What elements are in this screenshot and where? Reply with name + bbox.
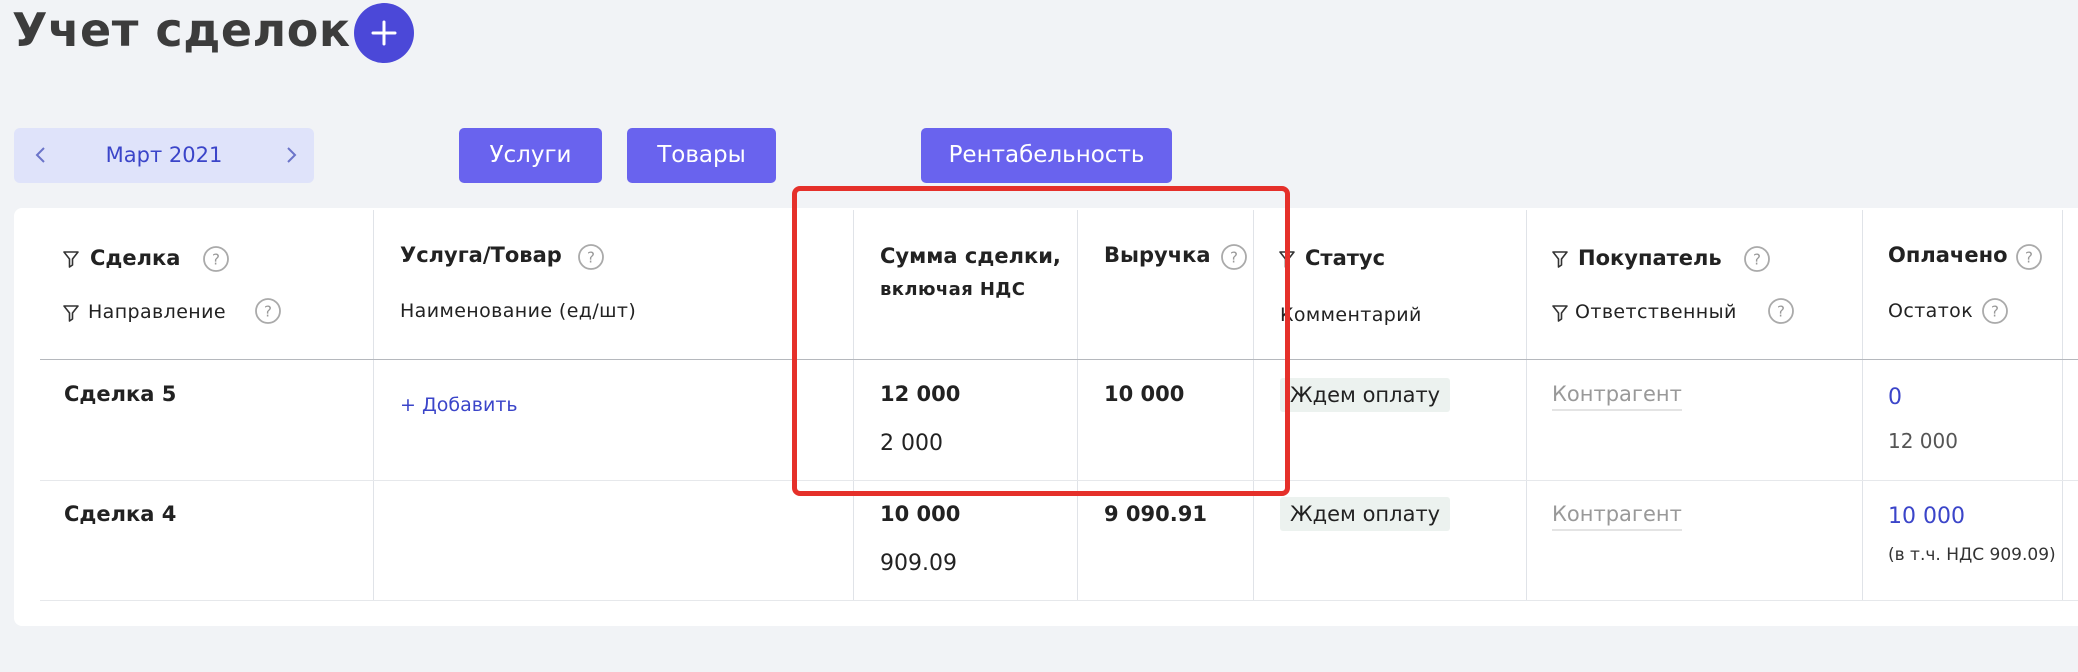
filter-icon[interactable]: [1551, 303, 1569, 323]
svg-text:?: ?: [1777, 303, 1785, 321]
table-row[interactable]: [40, 481, 2078, 601]
svg-text:?: ?: [587, 249, 595, 267]
column-header-balance: Остаток: [1888, 300, 1974, 322]
plus-icon: [371, 20, 397, 46]
help-icon[interactable]: ?: [577, 243, 605, 271]
help-icon[interactable]: ?: [1767, 297, 1795, 325]
buyer-field[interactable]: Контрагент: [1552, 382, 1682, 411]
deal-amount: 10 000: [880, 502, 961, 526]
tab-goods[interactable]: Товары: [627, 128, 776, 183]
column-header-direction[interactable]: Направление: [88, 301, 226, 323]
row-divider: [40, 600, 2078, 601]
paid-amount[interactable]: 0: [1888, 385, 1902, 410]
paid-vat-note: (в т.ч. НДС 909.09): [1888, 545, 2056, 565]
column-header-deal[interactable]: Сделка: [90, 246, 180, 270]
help-icon[interactable]: ?: [2015, 243, 2043, 271]
add-item-link[interactable]: + Добавить: [400, 394, 518, 416]
balance-amount: 12 000: [1888, 429, 1958, 453]
column-header-status[interactable]: Статус: [1305, 246, 1385, 270]
column-header-comment: Комментарий: [1280, 304, 1422, 326]
column-header-paid: Оплачено: [1888, 243, 2008, 267]
help-icon[interactable]: ?: [254, 297, 282, 325]
column-header-service-goods: Услуга/Товар: [400, 243, 562, 267]
svg-text:?: ?: [212, 251, 220, 269]
highlight-box: [792, 186, 1290, 496]
chevron-right-icon[interactable]: [274, 138, 308, 172]
column-header-buyer[interactable]: Покупатель: [1578, 246, 1722, 270]
svg-text:?: ?: [1991, 303, 1999, 321]
column-header-responsible[interactable]: Ответственный: [1575, 301, 1737, 323]
svg-text:?: ?: [2025, 249, 2033, 267]
month-navigator: Март 2021: [14, 128, 314, 183]
svg-text:?: ?: [264, 303, 272, 321]
status-badge[interactable]: Ждем оплату: [1280, 378, 1451, 412]
column-header-item-name: Наименование (ед/шт): [400, 300, 637, 322]
svg-text:?: ?: [1753, 251, 1761, 269]
deal-name[interactable]: Сделка 4: [64, 502, 176, 526]
chevron-left-icon[interactable]: [24, 138, 58, 172]
help-icon[interactable]: ?: [202, 245, 230, 273]
filter-icon[interactable]: [62, 303, 80, 323]
add-deal-button[interactable]: [354, 3, 414, 63]
filter-icon[interactable]: [1551, 249, 1569, 269]
tab-services[interactable]: Услуги: [459, 128, 602, 183]
filter-icon[interactable]: [62, 249, 80, 269]
tab-profitability[interactable]: Рентабельность: [921, 128, 1172, 183]
help-icon[interactable]: ?: [1743, 245, 1771, 273]
status-badge[interactable]: Ждем оплату: [1280, 497, 1451, 531]
deal-vat: 909.09: [880, 551, 957, 576]
month-label[interactable]: Март 2021: [64, 128, 264, 183]
deal-revenue: 9 090.91: [1104, 502, 1207, 526]
paid-amount[interactable]: 10 000: [1888, 504, 1965, 529]
help-icon[interactable]: ?: [1981, 297, 2009, 325]
page-title: Учет сделок: [12, 3, 351, 57]
buyer-field[interactable]: Контрагент: [1552, 502, 1682, 531]
deal-name[interactable]: Сделка 5: [64, 382, 176, 406]
